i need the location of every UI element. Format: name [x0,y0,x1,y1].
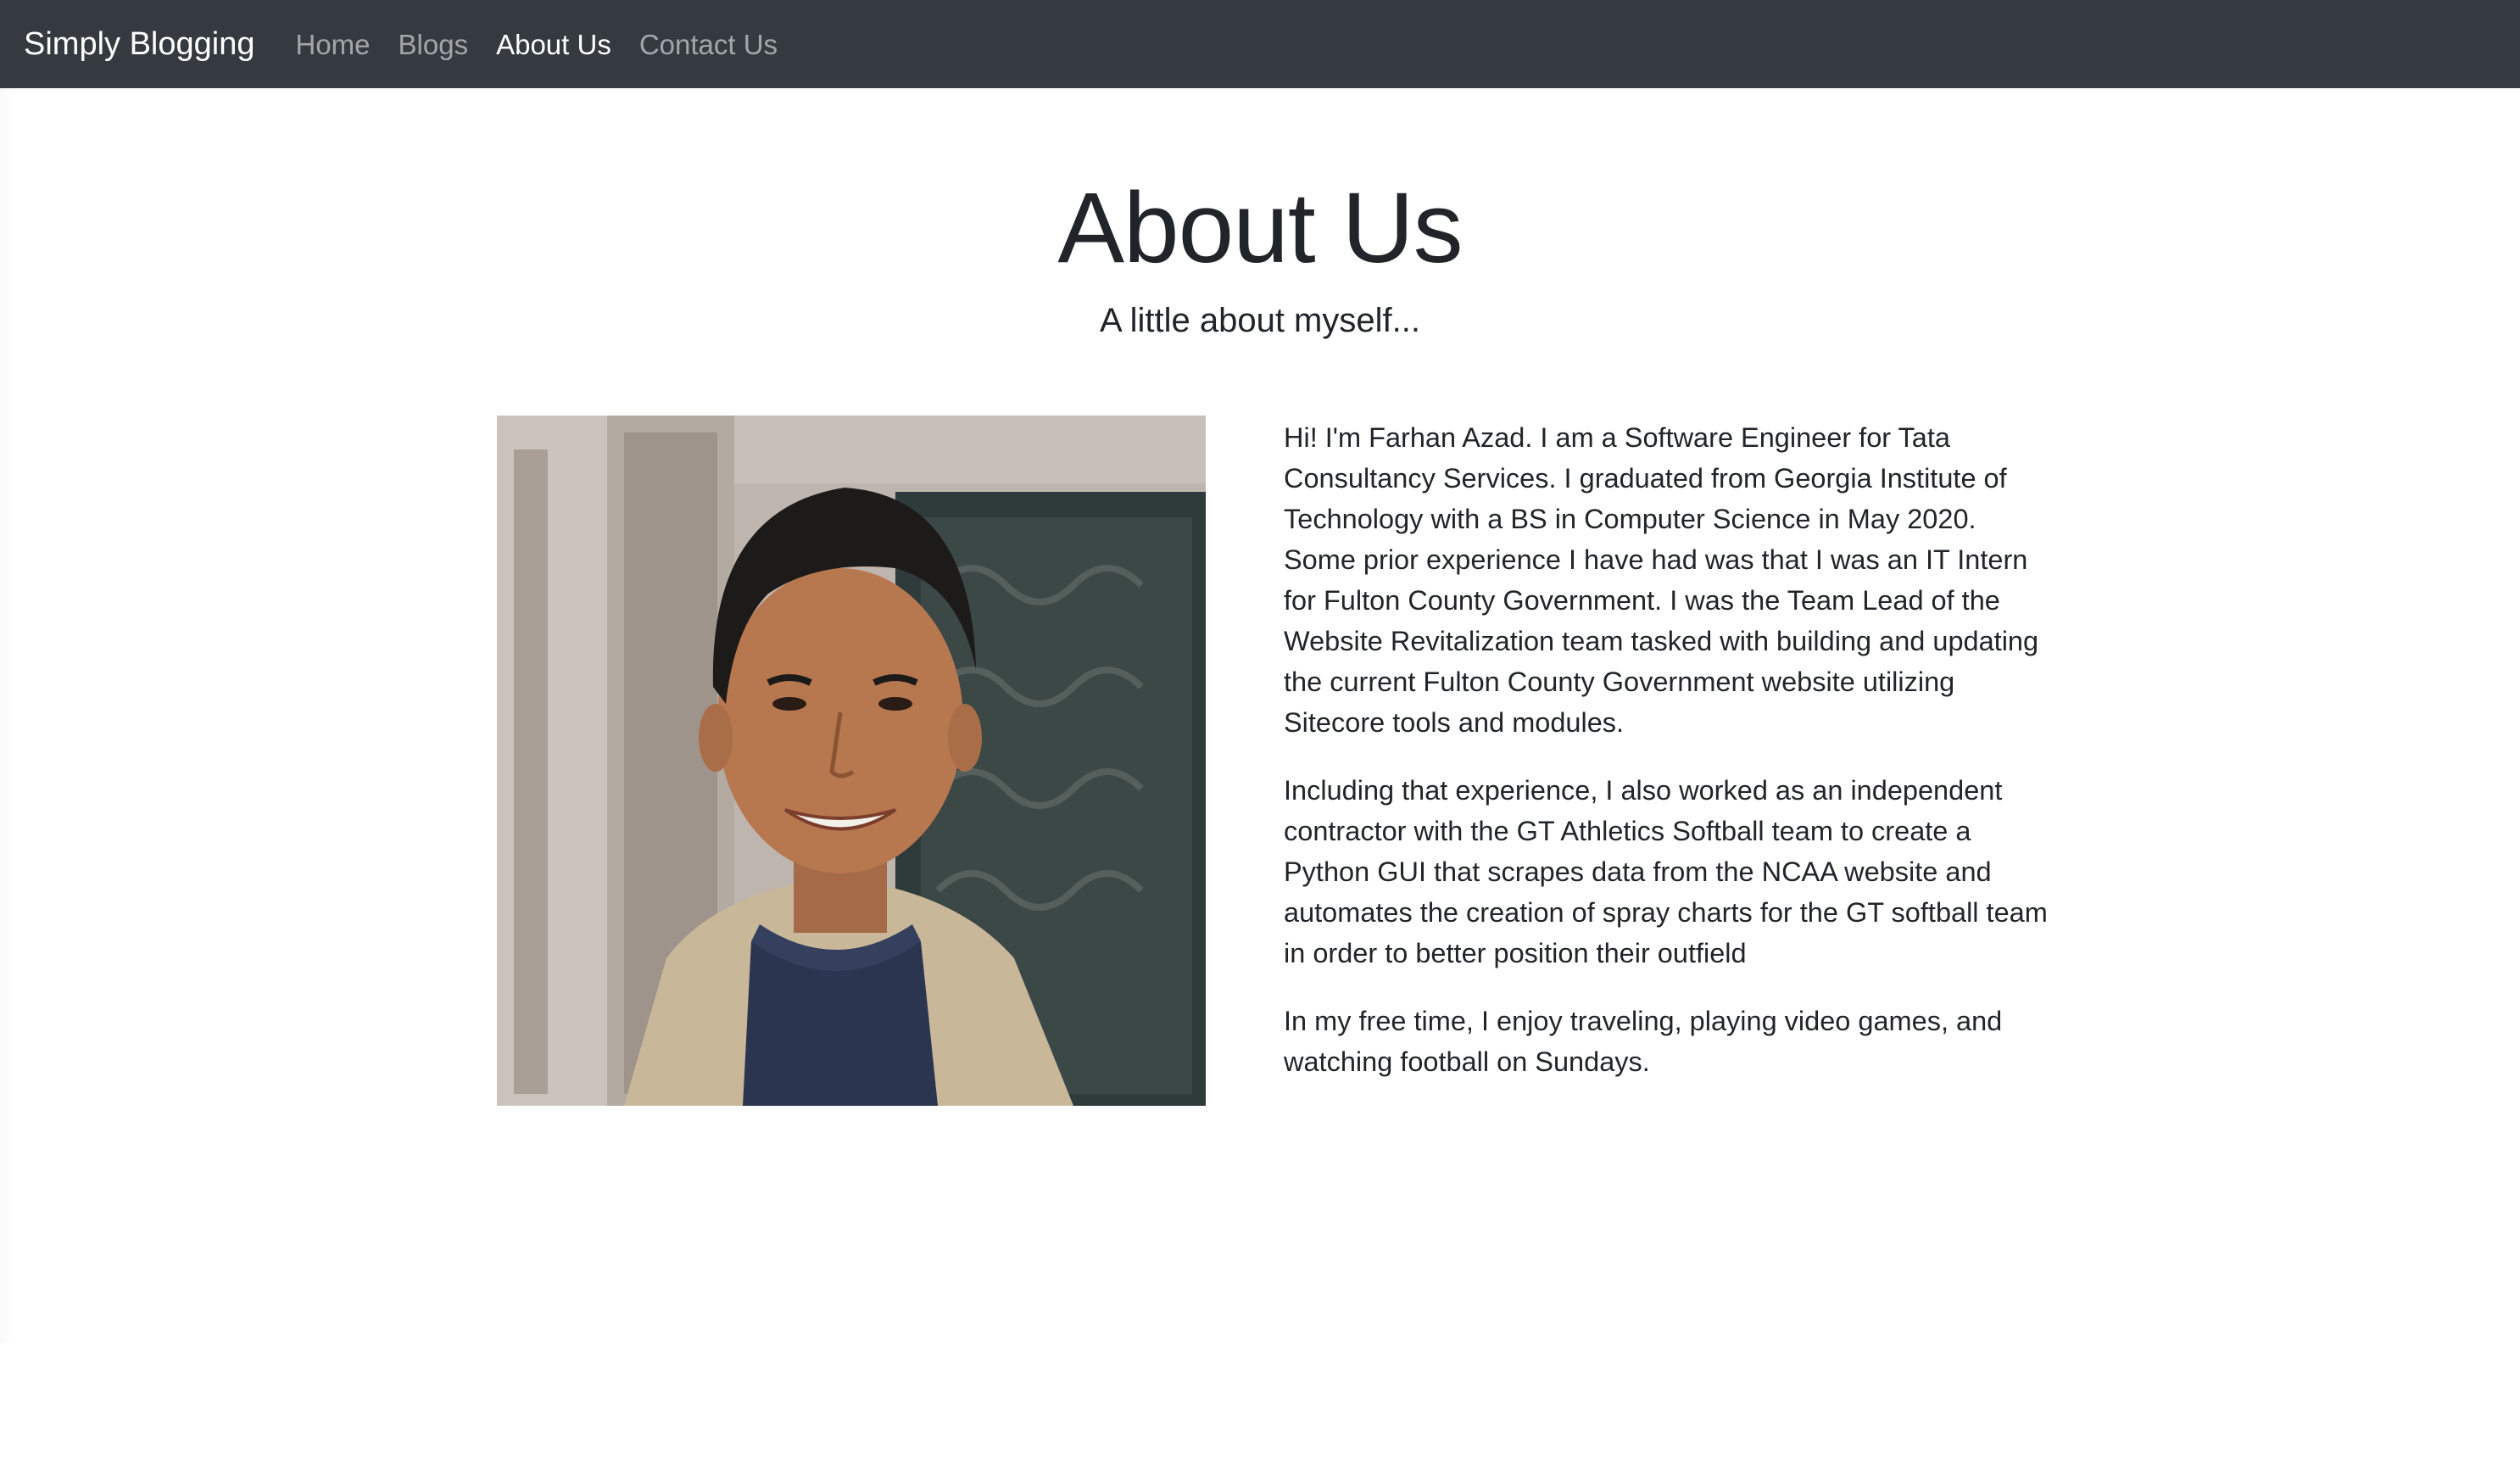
nav-link-blogs[interactable]: Blogs [399,29,469,60]
bio-paragraph-experience: Including that experience, I also worked… [1284,775,2048,968]
about-section: About Us A little about myself... Hi! I'… [0,88,2520,1343]
page-subtitle: A little about myself... [1100,302,1420,339]
bio-paragraph-intro: Hi! I'm Farhan Azad. I am a Software Eng… [1284,422,2039,738]
brand-logo-link[interactable]: Simply Blogging [24,28,254,60]
nav-links: Home Blogs About Us Contact Us [295,31,806,59]
nav-link-about-us[interactable]: About Us [496,29,611,60]
top-navbar: Simply Blogging Home Blogs About Us Cont… [0,0,2520,88]
bio-text: Hi! I'm Farhan Azad. I am a Software Eng… [1284,417,2055,1109]
page-title: About Us [1057,172,1463,284]
nav-link-home[interactable]: Home [295,29,370,60]
nav-link-contact-us[interactable]: Contact Us [639,29,778,60]
bio-paragraph-hobbies: In my free time, I enjoy traveling, play… [1284,1006,2003,1077]
profile-photo [497,416,1206,1106]
